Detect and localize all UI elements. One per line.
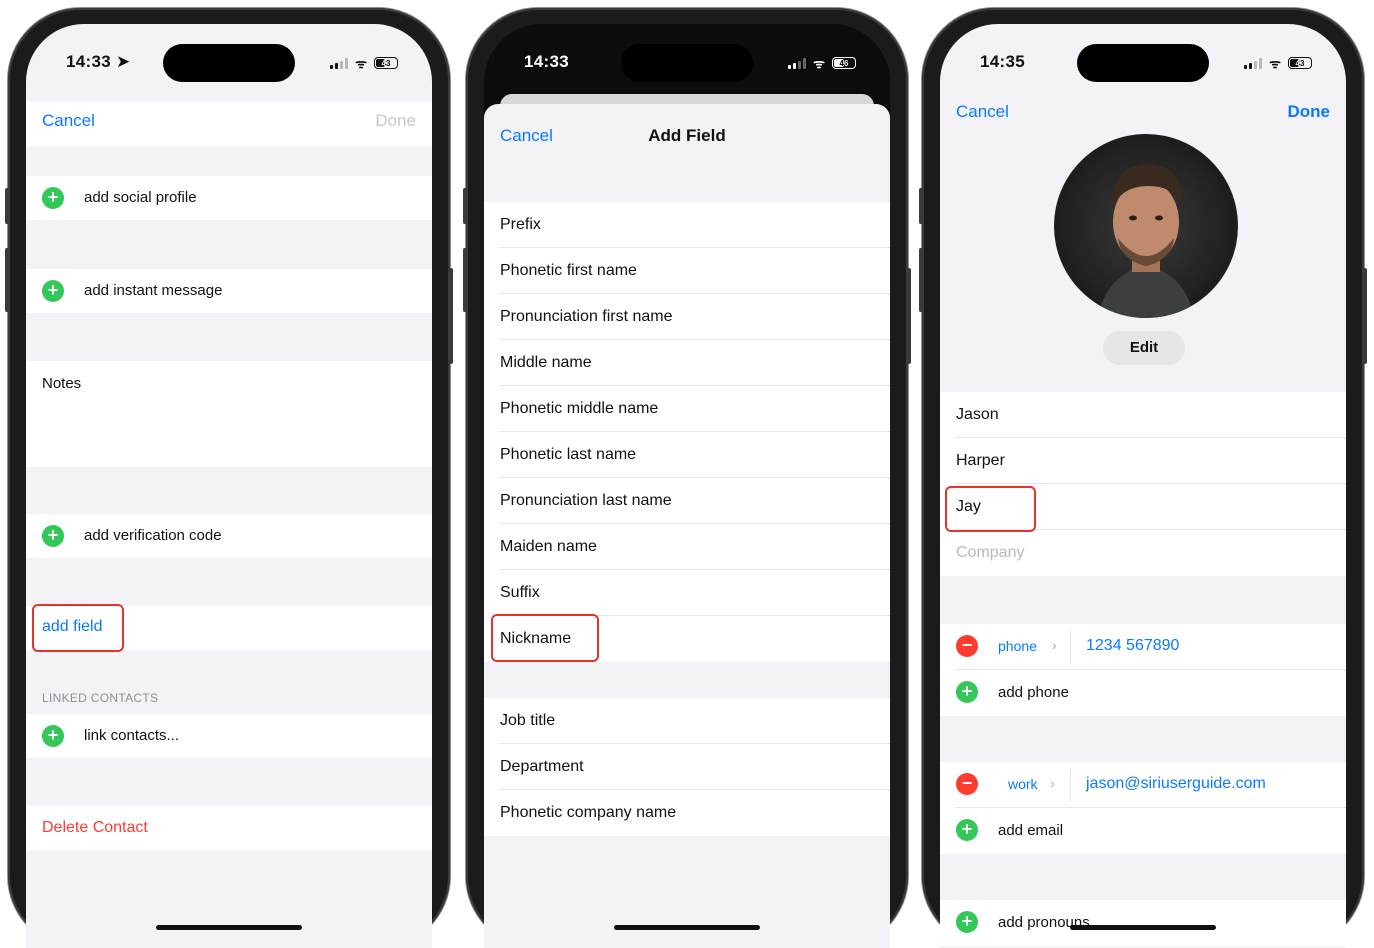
plus-circle-icon: + bbox=[42, 280, 64, 302]
power-button bbox=[449, 268, 453, 364]
volume-button bbox=[463, 248, 467, 312]
screen-3: 14:35 ᯤ 43 Cancel Done Edit Jason Harper… bbox=[940, 24, 1346, 948]
last-name-field[interactable]: Harper bbox=[940, 438, 1346, 484]
dynamic-island bbox=[163, 44, 295, 82]
side-button bbox=[919, 188, 923, 224]
company-field[interactable]: Company bbox=[940, 530, 1346, 576]
link-contacts-row[interactable]: + link contacts... bbox=[26, 714, 432, 758]
field-item-maiden-name[interactable]: Maiden name bbox=[484, 524, 890, 570]
signal-icon bbox=[788, 57, 807, 69]
field-item-pronunciation-first-name[interactable]: Pronunciation first name bbox=[484, 294, 890, 340]
plus-circle-icon: + bbox=[956, 911, 978, 933]
field-item-suffix[interactable]: Suffix bbox=[484, 570, 890, 616]
status-icons: ᯤ 46 bbox=[788, 54, 856, 72]
field-item-prefix[interactable]: Prefix bbox=[484, 202, 890, 248]
volume-button bbox=[919, 248, 923, 312]
status-time: 14:33 bbox=[524, 52, 569, 71]
add-field-sheet: Cancel Add Field Prefix Phonetic first n… bbox=[484, 104, 890, 948]
cancel-button[interactable]: Cancel bbox=[42, 111, 95, 131]
dynamic-island bbox=[621, 44, 753, 82]
status-icons: ᯤ 43 bbox=[330, 54, 398, 72]
plus-circle-icon: + bbox=[42, 187, 64, 209]
field-item-department[interactable]: Department bbox=[484, 744, 890, 790]
status-time: 14:35 bbox=[980, 52, 1025, 71]
field-item-job-title[interactable]: Job title bbox=[484, 698, 890, 744]
linked-contacts-header: LINKED CONTACTS bbox=[42, 691, 159, 705]
battery-icon: 46 bbox=[832, 57, 856, 69]
wifi-icon: ᯤ bbox=[355, 56, 367, 71]
add-verification-code-row[interactable]: + add verification code bbox=[26, 514, 432, 558]
side-button bbox=[5, 188, 9, 224]
add-social-profile-row[interactable]: + add social profile bbox=[26, 176, 432, 220]
done-button[interactable]: Done bbox=[375, 111, 416, 131]
notes-field[interactable]: Notes bbox=[26, 361, 432, 467]
dynamic-island bbox=[1077, 44, 1209, 82]
highlight-box bbox=[945, 486, 1036, 532]
delete-contact-row[interactable]: Delete Contact bbox=[26, 806, 432, 850]
minus-circle-icon[interactable]: − bbox=[956, 635, 978, 657]
side-button bbox=[463, 188, 467, 224]
email-input[interactable]: jason@siriuserguide.com bbox=[1086, 775, 1266, 793]
add-email-row[interactable]: + add email bbox=[940, 808, 1346, 854]
nav-bar: Cancel Done bbox=[26, 102, 432, 146]
signal-icon bbox=[1244, 57, 1263, 69]
status-icons: ᯤ 43 bbox=[1244, 54, 1312, 72]
phone-number-input[interactable]: 1234 567890 bbox=[1086, 637, 1179, 655]
phone-frame-2: 14:33 ᯤ 46 Cancel Add Field Prefix Phone… bbox=[463, 8, 911, 948]
status-bar: 14:33 ➤ ᯤ 43 bbox=[26, 24, 432, 88]
field-item-pronunciation-last-name[interactable]: Pronunciation last name bbox=[484, 478, 890, 524]
signal-icon bbox=[330, 57, 349, 69]
add-phone-row[interactable]: + add phone bbox=[940, 670, 1346, 716]
done-button[interactable]: Done bbox=[1288, 102, 1331, 122]
edit-photo-button[interactable]: Edit bbox=[1103, 331, 1185, 365]
email-row[interactable]: − work › jason@siriuserguide.com bbox=[940, 762, 1346, 808]
avatar-photo-icon bbox=[1098, 164, 1194, 318]
status-bar: 14:33 ᯤ 46 bbox=[484, 24, 890, 88]
power-button bbox=[907, 268, 911, 364]
battery-icon: 43 bbox=[374, 57, 398, 69]
add-instant-message-row[interactable]: + add instant message bbox=[26, 269, 432, 313]
phone-frame-1: 14:33 ➤ ᯤ 43 Cancel Done + add social pr… bbox=[5, 8, 453, 948]
notes-label: Notes bbox=[42, 375, 82, 392]
divider bbox=[1070, 630, 1071, 664]
email-label[interactable]: work bbox=[1008, 776, 1038, 792]
volume-button bbox=[5, 248, 9, 312]
status-bar: 14:35 ᯤ 43 bbox=[940, 24, 1346, 88]
power-button bbox=[1363, 268, 1367, 364]
add-pronouns-row[interactable]: + add pronouns bbox=[940, 900, 1346, 946]
plus-circle-icon: + bbox=[956, 819, 978, 841]
field-item-phonetic-last-name[interactable]: Phonetic last name bbox=[484, 432, 890, 478]
phone-label[interactable]: phone bbox=[998, 638, 1037, 654]
field-item-phonetic-company-name[interactable]: Phonetic company name bbox=[484, 790, 890, 836]
first-name-field[interactable]: Jason bbox=[940, 392, 1346, 438]
plus-circle-icon: + bbox=[42, 725, 64, 747]
chevron-right-icon: › bbox=[1052, 637, 1057, 653]
field-item-phonetic-first-name[interactable]: Phonetic first name bbox=[484, 248, 890, 294]
sheet-title: Add Field bbox=[648, 126, 726, 145]
battery-icon: 43 bbox=[1288, 57, 1312, 69]
field-item-phonetic-middle-name[interactable]: Phonetic middle name bbox=[484, 386, 890, 432]
screen-1: 14:33 ➤ ᯤ 43 Cancel Done + add social pr… bbox=[26, 24, 432, 948]
field-item-middle-name[interactable]: Middle name bbox=[484, 340, 890, 386]
minus-circle-icon[interactable]: − bbox=[956, 773, 978, 795]
screen-2: 14:33 ᯤ 46 Cancel Add Field Prefix Phone… bbox=[484, 24, 890, 948]
divider bbox=[1070, 768, 1071, 802]
status-time: 14:33 ➤ bbox=[66, 52, 131, 71]
chevron-right-icon: › bbox=[1050, 775, 1055, 791]
phone-row[interactable]: − phone › 1234 567890 bbox=[940, 624, 1346, 670]
phone-frame-3: 14:35 ᯤ 43 Cancel Done Edit Jason Harper… bbox=[919, 8, 1367, 948]
cancel-button[interactable]: Cancel bbox=[956, 102, 1009, 122]
wifi-icon: ᯤ bbox=[1269, 56, 1281, 71]
highlight-box bbox=[491, 614, 599, 662]
wifi-icon: ᯤ bbox=[813, 56, 825, 71]
highlight-box bbox=[32, 604, 124, 652]
plus-circle-icon: + bbox=[42, 525, 64, 547]
contact-avatar[interactable] bbox=[1054, 134, 1238, 318]
plus-circle-icon: + bbox=[956, 681, 978, 703]
location-arrow-icon: ➤ bbox=[116, 52, 131, 71]
delete-contact-button[interactable]: Delete Contact bbox=[42, 819, 148, 837]
